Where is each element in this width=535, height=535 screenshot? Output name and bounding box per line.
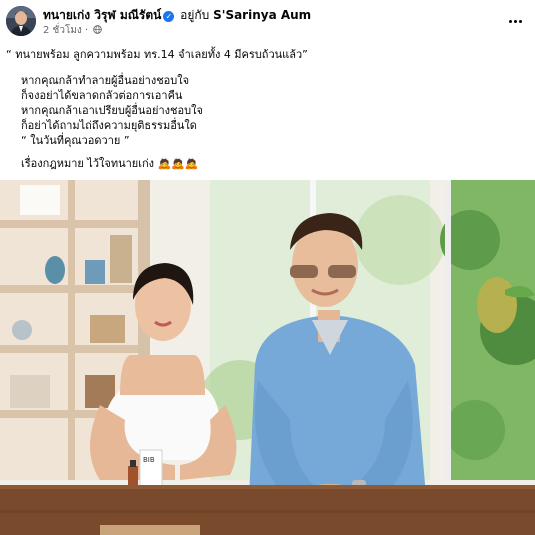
post-line: ก็จงอย่าได้ขลาดกลัวต่อการเอาคืน bbox=[21, 89, 183, 102]
post-line: หากคุณกล้าทำลายผู้อื่นอย่างชอบใจ bbox=[21, 74, 190, 87]
more-options-icon[interactable] bbox=[503, 10, 527, 32]
globe-icon bbox=[93, 25, 103, 34]
tagged-person-name[interactable]: S'Sarinya Aum bbox=[213, 8, 311, 22]
post-meta: 2 ชั่วโมง · bbox=[43, 25, 103, 37]
post-line: หากคุณกล้าเอาเปรียบผู้อื่นอย่างชอบใจ bbox=[21, 104, 203, 117]
photo-illustration: BIB bbox=[0, 180, 535, 535]
with-prefix: อยู่กับ bbox=[180, 8, 210, 22]
author-name[interactable]: ทนายเก่ง วิรุฬ มณีรัตน์ bbox=[43, 8, 161, 22]
post-footer: เรื่องกฎหมาย ไว้ใจทนายเก่ง 🙇🙇🙇 bbox=[6, 156, 526, 171]
meta-separator: · bbox=[84, 25, 89, 36]
facebook-post: ทนายเก่ง วิรุฬ มณีรัตน์ ✓ อยู่กับ S'Sarin… bbox=[0, 0, 535, 535]
post-time[interactable]: 2 ชั่วโมง bbox=[43, 25, 82, 36]
footer-text: เรื่องกฎหมาย ไว้ใจทนายเก่ง bbox=[21, 157, 155, 170]
avatar-image bbox=[6, 6, 36, 36]
post-line: ก็อย่าได้ถามไถ่ถึงความยุติธรรมอื่นใด bbox=[21, 119, 197, 132]
author-line: ทนายเก่ง วิรุฬ มณีรัตน์ ✓ อยู่กับ S'Sarin… bbox=[43, 8, 311, 23]
bowing-emoji-icon: 🙇🙇🙇 bbox=[157, 157, 199, 170]
post-line: “ ในวันที่คุณวอดวาย ” bbox=[21, 134, 130, 147]
product-label: BIB bbox=[143, 456, 155, 464]
post-text: “ ทนายพร้อม ลูกความพร้อม ทร.14 จำเลยทั้ง… bbox=[6, 47, 526, 171]
post-photo[interactable]: BIB bbox=[0, 180, 535, 535]
author-avatar[interactable] bbox=[6, 6, 36, 36]
post-headline: “ ทนายพร้อม ลูกความพร้อม ทร.14 จำเลยทั้ง… bbox=[6, 48, 308, 61]
post-header: ทนายเก่ง วิรุฬ มณีรัตน์ ✓ อยู่กับ S'Sarin… bbox=[0, 0, 535, 42]
verified-badge-icon: ✓ bbox=[163, 11, 175, 22]
